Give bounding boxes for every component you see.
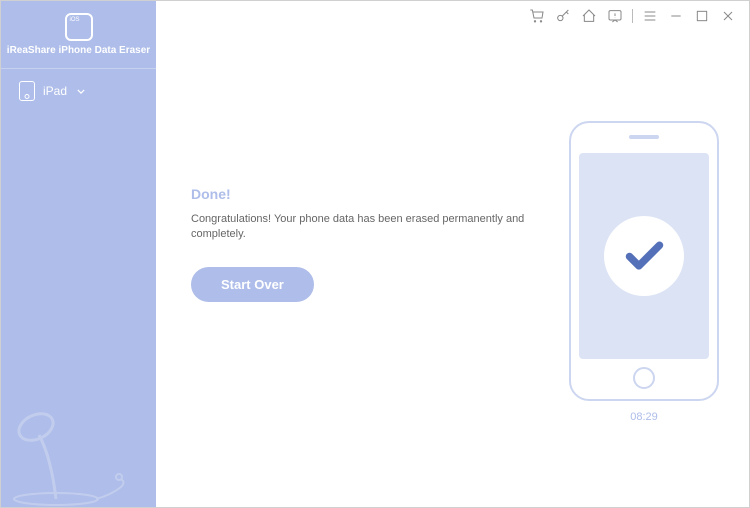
titlebar — [516, 1, 749, 31]
lamp-decoration-icon — [1, 387, 156, 507]
close-icon[interactable] — [719, 7, 737, 25]
minimize-icon[interactable] — [667, 7, 685, 25]
feedback-icon[interactable] — [606, 7, 624, 25]
phone-speaker — [629, 135, 659, 139]
chevron-down-icon — [77, 89, 85, 94]
phone-home-button — [633, 367, 655, 389]
phone-preview: 08:29 — [569, 121, 719, 423]
ipad-icon — [19, 81, 35, 101]
success-check-circle — [604, 216, 684, 296]
done-title: Done! — [191, 186, 551, 202]
menu-icon[interactable] — [641, 7, 659, 25]
device-label: iPad — [43, 84, 67, 98]
logo-area: iReaShare iPhone Data Eraser — [1, 1, 156, 69]
key-icon[interactable] — [554, 7, 572, 25]
phone-time: 08:29 — [569, 411, 719, 423]
phone-screen — [579, 153, 709, 359]
app-title: iReaShare iPhone Data Eraser — [7, 45, 150, 56]
main-content: Done! Congratulations! Your phone data h… — [156, 31, 749, 507]
completion-panel: Done! Congratulations! Your phone data h… — [191, 186, 551, 302]
home-icon[interactable] — [580, 7, 598, 25]
divider — [632, 9, 633, 23]
sidebar: iReaShare iPhone Data Eraser iPad — [1, 1, 156, 507]
logo-icon — [65, 13, 93, 41]
checkmark-icon — [622, 234, 667, 279]
cart-icon[interactable] — [528, 7, 546, 25]
start-over-button[interactable]: Start Over — [191, 267, 314, 302]
maximize-icon[interactable] — [693, 7, 711, 25]
done-message: Congratulations! Your phone data has bee… — [191, 212, 551, 243]
device-selector[interactable]: iPad — [1, 69, 156, 113]
phone-frame — [569, 121, 719, 401]
